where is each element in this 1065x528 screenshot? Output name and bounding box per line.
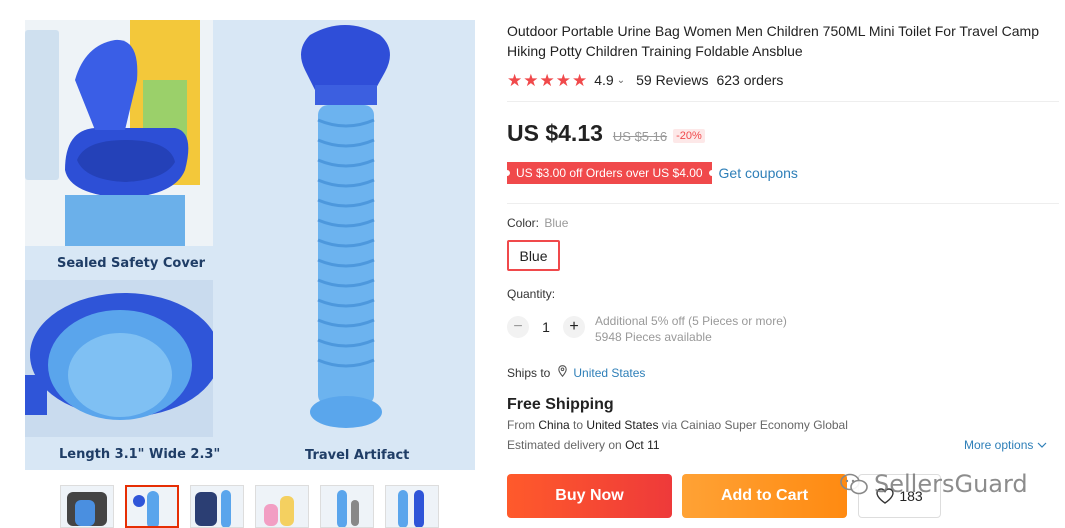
from-prefix: From xyxy=(507,418,535,432)
more-options-label[interactable]: More options xyxy=(964,438,1033,452)
buy-now-button[interactable]: Buy Now xyxy=(507,474,672,518)
image-panel-cover xyxy=(25,20,213,246)
caption-dimensions: Length 3.1" Wide 2.3" xyxy=(59,447,221,462)
color-selected-value: Blue xyxy=(544,216,569,230)
reviews-link[interactable]: 59 Reviews xyxy=(636,72,708,88)
watermark: SellersGuard xyxy=(840,470,1028,498)
color-label: Color: Blue xyxy=(507,216,568,230)
ships-to-row: Ships to United States xyxy=(507,365,645,380)
shipping-carrier: via Cainiao Super Economy Global xyxy=(661,418,848,432)
from-country: China xyxy=(538,418,570,432)
caption-travel-artifact: Travel Artifact xyxy=(305,448,410,463)
color-option-blue[interactable]: Blue xyxy=(507,240,560,271)
product-title: Outdoor Portable Urine Bag Women Men Chi… xyxy=(507,23,1039,59)
bottle-illustration xyxy=(301,25,390,428)
to-word: to xyxy=(573,418,584,432)
add-to-cart-button[interactable]: Add to Cart xyxy=(682,474,847,518)
star-icon: ★ xyxy=(572,70,588,90)
quantity-decrease-button[interactable]: − xyxy=(507,316,529,338)
quantity-stepper: − 1 + xyxy=(507,316,585,338)
quantity-label: Quantity: xyxy=(507,287,556,301)
free-shipping-heading: Free Shipping xyxy=(507,396,614,413)
thumbnail-6[interactable] xyxy=(385,485,439,528)
thumbnail-1[interactable] xyxy=(60,485,114,528)
star-icon: ★ xyxy=(555,70,571,90)
color-label-text: Color: xyxy=(507,216,540,230)
more-options-link[interactable]: More options xyxy=(964,438,1047,452)
quantity-discount-note: Additional 5% off (5 Pieces or more) xyxy=(595,314,787,328)
price-row: US $4.13 US $5.16 -20% xyxy=(507,120,705,147)
coupon-row: US $3.00 off Orders over US $4.00 Get co… xyxy=(504,162,798,184)
rating-value[interactable]: 4.9 xyxy=(594,72,613,88)
quantity-increase-button[interactable]: + xyxy=(563,316,585,338)
est-date: Oct 11 xyxy=(625,438,660,452)
star-icon: ★ xyxy=(523,70,539,90)
chevron-down-icon[interactable]: ⌄ xyxy=(617,75,625,86)
watermark-text: SellersGuard xyxy=(874,470,1028,498)
thumbnail-3[interactable] xyxy=(190,485,244,528)
ships-to-label: Ships to xyxy=(507,365,551,380)
divider xyxy=(507,203,1059,204)
estimated-delivery: Estimated delivery on Oct 11 xyxy=(507,438,660,452)
current-price: US $4.13 xyxy=(507,120,603,146)
est-prefix: Estimated delivery on xyxy=(507,438,622,452)
image-panel-funnel xyxy=(25,280,220,437)
chat-bubbles-icon xyxy=(840,473,868,495)
star-icon: ★ xyxy=(507,70,523,90)
orders-count: 623 orders xyxy=(716,72,784,88)
divider xyxy=(507,101,1059,102)
location-pin-icon xyxy=(558,365,568,380)
original-price: US $5.16 xyxy=(612,129,668,144)
shipping-route: From China to United States via Cainiao … xyxy=(507,418,848,432)
get-coupons-link[interactable]: Get coupons xyxy=(719,165,798,181)
quantity-info: Additional 5% off (5 Pieces or more) 594… xyxy=(595,313,787,345)
chevron-down-icon xyxy=(1037,438,1047,452)
coupon-badge[interactable]: US $3.00 off Orders over US $4.00 xyxy=(504,162,715,184)
to-country: United States xyxy=(586,418,659,432)
ships-to-country-link[interactable]: United States xyxy=(573,366,645,380)
thumbnail-2[interactable] xyxy=(125,485,179,528)
rating-row: ★ ★ ★ ★ ★ 4.9 ⌄ 59 Reviews 623 orders xyxy=(507,70,783,90)
quantity-available: 5948 Pieces available xyxy=(595,330,712,344)
star-rating: ★ ★ ★ ★ ★ xyxy=(507,72,587,89)
thumbnail-4[interactable] xyxy=(255,485,309,528)
quantity-input[interactable]: 1 xyxy=(529,319,563,335)
caption-sealed-cover: Sealed Safety Cover xyxy=(57,256,206,271)
thumbnail-5[interactable] xyxy=(320,485,374,528)
star-icon: ★ xyxy=(539,70,555,90)
discount-badge: -20% xyxy=(673,129,705,143)
product-main-image[interactable]: Sealed Safety Cover Length 3.1" Wide 2.3… xyxy=(25,20,475,470)
